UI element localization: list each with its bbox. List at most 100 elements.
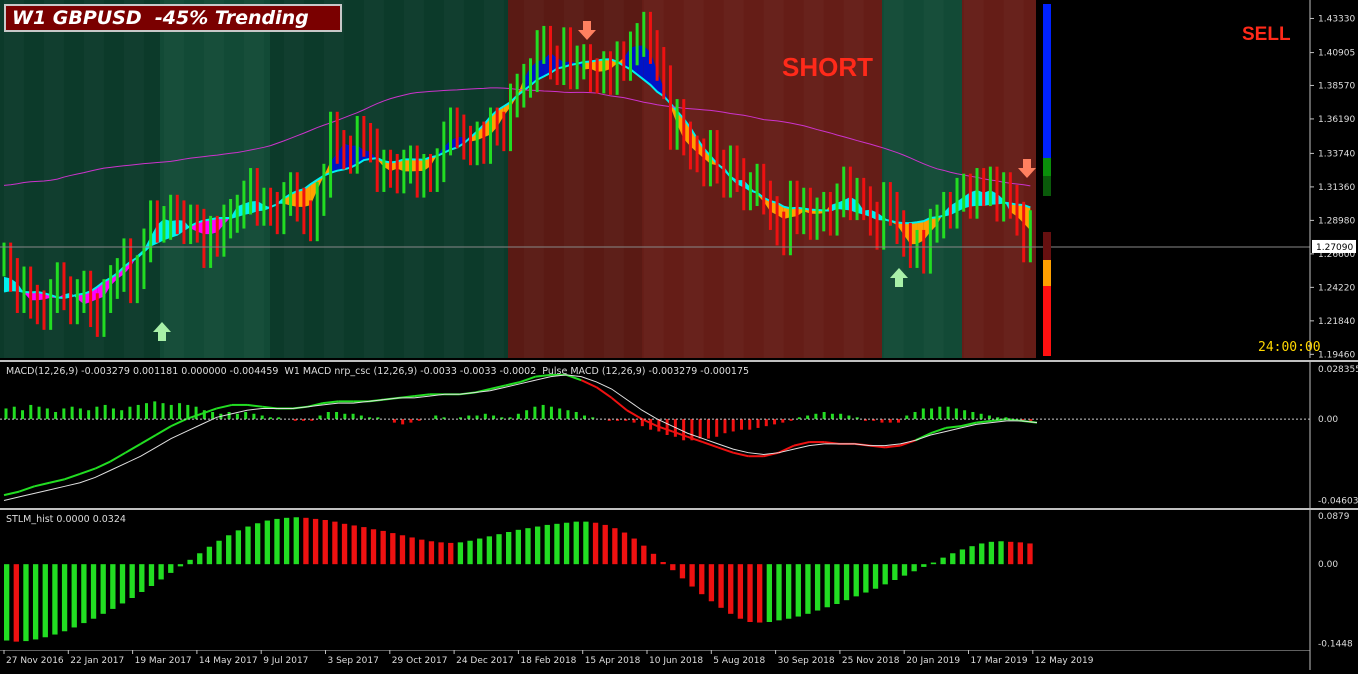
- stlm-histogram-bar: [988, 541, 995, 565]
- stlm-histogram-bar: [670, 564, 676, 571]
- stlm-histogram-bar: [283, 517, 290, 565]
- signal-short-label: SHORT: [782, 52, 873, 82]
- time-tick-label: 30 Sep 2018: [778, 656, 835, 666]
- strength-strip-red: [1043, 286, 1051, 356]
- stlm-histogram-bar: [226, 535, 232, 565]
- stlm-histogram-bar: [4, 564, 10, 641]
- macd-line-segment: [49, 478, 65, 484]
- price-tick-label: 1.28980: [1318, 216, 1355, 226]
- stlm-histogram-bar: [602, 524, 608, 565]
- stlm-histogram-bar: [428, 541, 435, 565]
- zone-stripe: [484, 0, 504, 358]
- stlm-histogram-bar: [245, 526, 251, 565]
- stlm-pane[interactable]: 0.0879 0.00 -0.1448: [0, 510, 1358, 650]
- stlm-histogram-bar: [467, 540, 473, 565]
- stlm-histogram-bar: [795, 564, 801, 617]
- stlm-histogram-bar: [766, 564, 772, 622]
- stlm-histogram-bar: [534, 526, 541, 565]
- stlm-histogram-bar: [255, 523, 261, 565]
- sell-signal-label: SELL: [1242, 24, 1291, 45]
- strength-strip-green: [1043, 158, 1051, 176]
- stlm-histogram-bar: [1008, 541, 1014, 565]
- stlm-histogram-bar: [399, 535, 406, 565]
- stlm-histogram-bar: [129, 564, 135, 598]
- zone-stripe: [444, 0, 464, 358]
- stlm-histogram-bar: [737, 564, 744, 619]
- macd-line-segment: [489, 384, 506, 390]
- stlm-histogram-bar: [187, 559, 193, 565]
- macd-chart[interactable]: 0.028355 0.00 -0.046039: [0, 362, 1358, 508]
- stlm-histogram-bar: [312, 518, 319, 565]
- stlm-histogram-bar: [747, 564, 753, 622]
- stlm-histogram-bar: [785, 564, 792, 619]
- time-tick-label: 20 Jan 2019: [906, 656, 960, 666]
- zone-stripe: [124, 0, 144, 358]
- stlm-histogram-bar: [824, 564, 830, 608]
- macd-line-segment: [322, 400, 339, 405]
- stlm-histogram-bar: [950, 553, 956, 565]
- stlm-histogram-bar: [23, 564, 29, 642]
- stlm-histogram-bar: [660, 562, 666, 565]
- stlm-histogram-bar: [699, 564, 705, 595]
- zone-stripe: [364, 0, 384, 358]
- time-axis: 27 Nov 2016 22 Jan 2017 19 Mar 2017 14 May …: [0, 649, 1358, 670]
- stlm-histogram-bar: [380, 530, 386, 565]
- macd-signal-line: [3, 374, 1038, 501]
- stlm-histogram-bar: [361, 527, 367, 565]
- price-tick-label: 1.19460: [1318, 350, 1355, 360]
- stlm-histogram-bar: [757, 564, 763, 623]
- stlm-histogram-bar: [921, 564, 927, 567]
- time-tick-label: 9 Jul 2017: [263, 656, 308, 666]
- stlm-histogram-bar: [805, 564, 811, 614]
- macd-pane[interactable]: 0.028355 0.00 -0.046039: [0, 362, 1358, 508]
- stlm-histogram-bar: [322, 520, 328, 565]
- time-tick-label: 19 Mar 2017: [135, 656, 192, 666]
- time-tick-label: 5 Aug 2018: [713, 656, 765, 666]
- stlm-histogram-bar: [419, 539, 425, 565]
- time-tick-label: 22 Jan 2017: [70, 656, 124, 666]
- stlm-histogram-bar: [834, 564, 840, 604]
- stlm-histogram-bar: [1027, 543, 1033, 565]
- stlm-chart[interactable]: 0.0879 0.00 -0.1448: [0, 510, 1358, 650]
- stlm-histogram-bar: [969, 546, 975, 565]
- macd-line-segment: [140, 434, 157, 445]
- stlm-histogram-bar: [728, 564, 734, 614]
- stlm-histogram-bar: [61, 564, 68, 632]
- stlm-tick-label: 0.00: [1318, 560, 1338, 570]
- stlm-histogram-bar: [71, 564, 77, 628]
- time-tick-label: 24 Dec 2017: [456, 656, 513, 666]
- stlm-histogram-bar: [892, 564, 898, 580]
- time-tick-label: 17 Mar 2019: [971, 656, 1028, 666]
- stlm-histogram-bar: [32, 564, 39, 640]
- stlm-histogram-bar: [139, 564, 145, 592]
- macd-line-segment: [94, 460, 111, 470]
- stlm-histogram-bar: [390, 533, 396, 565]
- price-chart[interactable]: 1.43330 1.40905 1.38570 1.36190 1.33740 1.313…: [0, 0, 1358, 360]
- macd-line-segment: [3, 490, 20, 497]
- time-tick-label: 10 Jun 2018: [649, 656, 703, 666]
- price-tick-label: 1.38570: [1318, 81, 1355, 91]
- macd-line-segment: [79, 467, 96, 475]
- stlm-histogram-bar: [303, 517, 309, 565]
- chart-title: W1 GBPUSD -45% Trending: [4, 4, 342, 32]
- stlm-histogram-bar: [563, 522, 570, 565]
- stlm-histogram-bar: [119, 564, 126, 604]
- macd-line-segment: [34, 481, 50, 488]
- zone-stripe: [404, 0, 424, 358]
- macd-tick-label: -0.046039: [1318, 497, 1358, 507]
- stlm-histogram-bar: [351, 525, 357, 565]
- macd-line-segment: [884, 444, 901, 449]
- zone-stripe: [84, 0, 104, 358]
- strength-strip-blue: [1043, 4, 1051, 158]
- stlm-histogram-bar: [457, 542, 464, 565]
- stlm-histogram-bar: [235, 530, 242, 565]
- stlm-histogram-bar: [293, 517, 299, 565]
- zone-stripe: [764, 0, 784, 358]
- stlm-histogram-bar: [100, 564, 106, 614]
- stlm-histogram-bar: [448, 542, 454, 565]
- stlm-histogram-bar: [409, 537, 415, 565]
- stlm-histogram-bar: [515, 529, 521, 565]
- stlm-histogram-bar: [148, 564, 155, 586]
- price-chart-pane[interactable]: 1.43330 1.40905 1.38570 1.36190 1.33740 1.313…: [0, 0, 1358, 360]
- stlm-histogram-bar: [641, 545, 647, 565]
